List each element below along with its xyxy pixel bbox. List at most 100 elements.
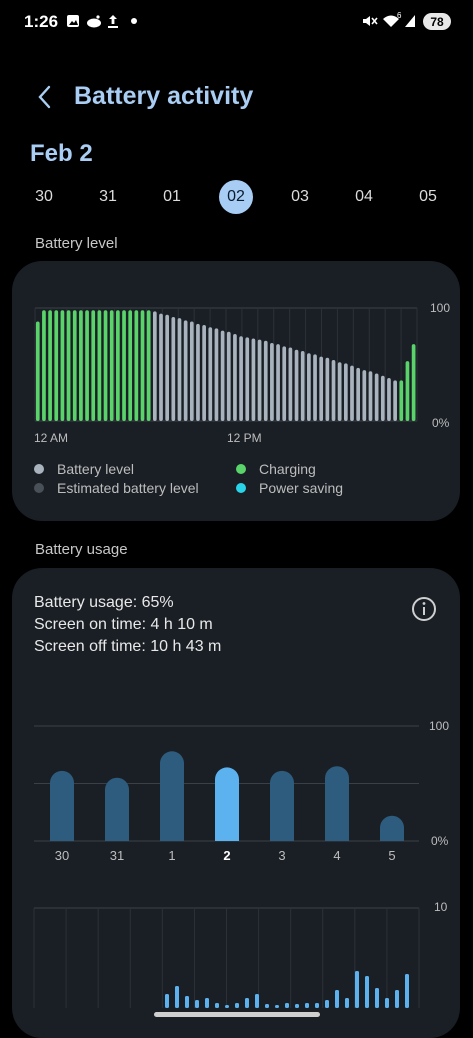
hourly-bar xyxy=(175,986,179,1008)
date-01[interactable]: 01 xyxy=(155,180,189,214)
hourly-bar xyxy=(385,998,389,1008)
level-bar xyxy=(350,365,354,421)
level-bar xyxy=(116,310,120,421)
level-bar xyxy=(208,327,213,421)
level-bar xyxy=(196,323,200,421)
gallery-icon xyxy=(66,14,80,28)
level-bar xyxy=(337,362,342,421)
battery-usage-label: Battery usage xyxy=(35,541,128,558)
level-bar xyxy=(134,310,139,421)
level-bar xyxy=(393,380,397,421)
level-bar xyxy=(54,310,59,421)
date-31[interactable]: 31 xyxy=(91,180,125,214)
level-y-bottom: 0% xyxy=(432,416,450,430)
level-bar xyxy=(140,310,145,421)
date-strip: 30 31 01 02 03 04 05 xyxy=(0,180,473,216)
level-bar xyxy=(288,347,293,421)
hourly-bar xyxy=(405,974,409,1008)
level-bar xyxy=(122,310,126,421)
usage-bar-1 xyxy=(160,751,184,841)
level-bar xyxy=(343,363,348,421)
level-bar xyxy=(263,340,268,421)
level-bar xyxy=(183,320,188,421)
level-bar xyxy=(35,321,40,421)
level-bar xyxy=(313,354,317,421)
level-bar xyxy=(48,310,52,421)
level-bar xyxy=(245,337,250,421)
level-bar xyxy=(66,310,71,421)
level-bar xyxy=(270,343,274,421)
level-y-top: 100 xyxy=(430,301,451,315)
legend-charging: Charging xyxy=(259,461,316,477)
back-button[interactable] xyxy=(28,80,62,114)
hourly-bar xyxy=(375,988,379,1008)
hourly-bar xyxy=(245,998,249,1008)
usage-bar-4 xyxy=(325,766,349,841)
hourly-bar xyxy=(215,1003,219,1008)
date-05[interactable]: 05 xyxy=(411,180,445,214)
level-bar xyxy=(171,317,176,421)
wifi-6-label: 6 xyxy=(397,11,402,20)
level-bar xyxy=(387,378,391,421)
date-03[interactable]: 03 xyxy=(283,180,317,214)
mute-icon xyxy=(362,14,378,28)
hourly-bar xyxy=(305,1003,309,1008)
usage-x-label-31: 31 xyxy=(110,848,124,863)
date-04[interactable]: 04 xyxy=(347,180,381,214)
status-time: 1:26 xyxy=(24,12,59,31)
page-title: Battery activity xyxy=(74,82,254,110)
usage-x-label-1: 1 xyxy=(168,848,175,863)
level-bar xyxy=(177,318,182,421)
hourly-bar xyxy=(165,994,169,1008)
upload-icon xyxy=(107,14,119,28)
usage-x-label-5: 5 xyxy=(388,848,395,863)
home-indicator[interactable] xyxy=(154,1012,320,1017)
status-bar: 1:26 6 78 xyxy=(0,0,473,44)
level-bar xyxy=(159,313,163,421)
date-30[interactable]: 30 xyxy=(27,180,61,214)
level-bar xyxy=(165,314,170,421)
level-bar xyxy=(380,375,385,421)
battery-indicator: 78 xyxy=(423,13,451,30)
legend-estimated-level: Estimated battery level xyxy=(57,480,199,496)
hourly-bar xyxy=(225,1005,229,1008)
level-bar xyxy=(411,344,416,421)
level-bar xyxy=(220,330,225,421)
hourly-bar xyxy=(255,994,259,1008)
legend-dot-battery-level xyxy=(34,464,44,474)
level-bar xyxy=(399,380,404,421)
usage-bar-5 xyxy=(380,815,404,841)
level-bar xyxy=(60,310,65,421)
usage-x-label-30: 30 xyxy=(55,848,69,863)
level-bar xyxy=(368,371,373,421)
level-bar xyxy=(374,373,379,421)
hourly-bar xyxy=(195,1000,199,1008)
level-bar xyxy=(294,349,299,421)
usage-x-label-2: 2 xyxy=(223,848,230,863)
level-bar xyxy=(331,359,336,421)
battery-level-label: Battery level xyxy=(35,235,118,252)
usage-bar-31 xyxy=(105,777,129,841)
battery-level-card[interactable]: 100 0% 12 AM 12 PM Battery level Estimat… xyxy=(12,261,460,521)
level-bar xyxy=(189,321,194,421)
hourly-bar xyxy=(185,996,189,1008)
usage-bar-3 xyxy=(270,770,294,841)
level-x-label-12am: 12 AM xyxy=(34,431,69,445)
notification-dot-icon xyxy=(131,14,137,28)
usage-x-label-3: 3 xyxy=(278,848,285,863)
hourly-bar xyxy=(295,1004,299,1008)
hourly-bar xyxy=(335,990,339,1008)
usage-x-label-4: 4 xyxy=(333,848,340,863)
level-bar xyxy=(356,367,361,421)
level-bar xyxy=(325,357,330,421)
usage-bar-2 xyxy=(215,767,239,841)
level-bar xyxy=(79,310,83,421)
date-02[interactable]: 02 xyxy=(219,180,253,214)
level-bar xyxy=(282,346,287,421)
level-bar xyxy=(91,310,96,421)
hourly-y-top: 10 xyxy=(434,900,448,914)
hourly-bar xyxy=(235,1003,239,1008)
level-bar xyxy=(103,310,108,421)
legend-dot-power-saving xyxy=(236,483,246,493)
level-bar xyxy=(319,356,324,421)
